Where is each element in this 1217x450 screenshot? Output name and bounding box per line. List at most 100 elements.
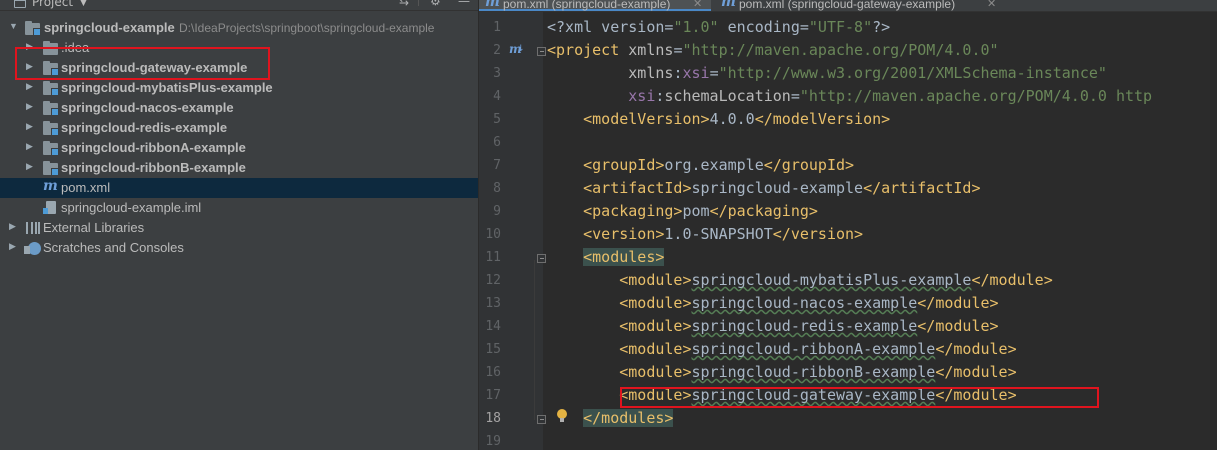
expand-arrow-icon[interactable]: ▶ [26, 81, 33, 92]
code-token: <module> [619, 294, 692, 312]
tree-item-label: External Libraries [43, 220, 145, 235]
tree-item-pom-xml[interactable]: m pom.xml [0, 178, 478, 198]
code-token: "1.0" [673, 18, 719, 36]
code-line: <module>springcloud-ribbonA-example</mod… [547, 340, 1017, 363]
tree-item-root[interactable]: ▼ springcloud-example D:\IdeaProjects\sp… [0, 18, 478, 38]
project-view-icon [14, 0, 26, 8]
fold-marker-icon[interactable] [537, 47, 546, 56]
code-token: xsi [628, 87, 656, 105]
scratches-icon [24, 242, 41, 255]
code-token: pom [682, 202, 710, 220]
tree-item-mybatisplus[interactable]: ▶ springcloud-mybatisPlus-example [0, 78, 478, 98]
code-line: <groupId>org.example</groupId> [547, 156, 854, 179]
module-folder-icon [43, 141, 59, 156]
fold-marker-icon[interactable] [537, 415, 546, 424]
code-token: </groupId> [763, 156, 855, 174]
code-token: </version> [772, 225, 864, 243]
tree-item-scratches[interactable]: ▶ Scratches and Consoles [0, 238, 478, 258]
code-token: <module> [619, 340, 692, 358]
code-token: <packaging> [583, 202, 683, 220]
line-number[interactable]: 2 [479, 43, 501, 58]
line-number[interactable]: 6 [479, 135, 501, 150]
tree-item-label: springcloud-ribbonB-example [61, 160, 246, 175]
code-token: = [790, 87, 800, 105]
line-number[interactable]: 15 [479, 342, 501, 357]
code-token: <version> [583, 225, 665, 243]
fold-marker-icon[interactable] [537, 254, 546, 263]
tree-item-label: springcloud-example [44, 20, 175, 35]
indent-guide [534, 260, 535, 420]
code-token: schemaLocation [664, 87, 791, 105]
down-arrow-icon: ↓ [517, 44, 525, 54]
tree-item-label: pom.xml [61, 180, 111, 195]
line-number[interactable]: 19 [479, 434, 501, 449]
code-token: springcloud-example [691, 179, 864, 197]
gear-icon[interactable]: ⚙ [430, 0, 441, 8]
code-token: <project [547, 41, 629, 59]
expand-arrow-icon[interactable]: ▶ [9, 241, 16, 252]
code-line: <module>springcloud-nacos-example</modul… [547, 294, 998, 317]
line-number[interactable]: 13 [479, 296, 501, 311]
code-line: <packaging>pom</packaging> [547, 202, 818, 225]
tree-item-label: springcloud-mybatisPlus-example [61, 80, 273, 95]
iml-file-icon [43, 201, 56, 214]
line-number[interactable]: 17 [479, 388, 501, 403]
dropdown-arrow-icon[interactable]: ▼ [80, 0, 87, 8]
line-number[interactable]: 4 [479, 89, 501, 104]
code-token: <module> [619, 317, 692, 335]
code-token: springcloud-ribbonB-example [691, 363, 936, 381]
line-number[interactable]: 16 [479, 365, 501, 380]
tree-item-iml[interactable]: springcloud-example.iml [0, 198, 478, 218]
line-number[interactable]: 8 [479, 181, 501, 196]
expand-arrow-icon[interactable]: ▶ [26, 101, 33, 112]
line-number[interactable]: 9 [479, 204, 501, 219]
tree-item-redis[interactable]: ▶ springcloud-redis-example [0, 118, 478, 138]
collapse-all-icon[interactable]: ⇆ [399, 0, 409, 8]
line-number[interactable]: 1 [479, 20, 501, 35]
expand-arrow-icon[interactable]: ▼ [9, 21, 18, 31]
expand-arrow-icon[interactable]: ▶ [26, 161, 33, 172]
highlight-box-gateway-module [15, 47, 270, 80]
code-token: </artifactId> [863, 179, 981, 197]
hide-panel-icon[interactable]: — [458, 0, 470, 8]
maven-file-icon: m [485, 0, 500, 10]
expand-arrow-icon[interactable]: ▶ [9, 221, 16, 232]
line-number[interactable]: 5 [479, 112, 501, 127]
code-token: </module> [935, 340, 1017, 358]
project-panel-header: Project ▼ ⇆ ⚙ — [0, 0, 478, 11]
code-token: </module> [935, 363, 1017, 381]
code-token: xmlns [628, 64, 674, 82]
code-token: encoding= [718, 18, 809, 36]
code-area[interactable]: <?xml version="1.0" encoding="UTF-8"?> <p… [547, 0, 1217, 450]
code-token: ?> [872, 18, 891, 36]
tree-item-external-libraries[interactable]: ▶ External Libraries [0, 218, 478, 238]
expand-arrow-icon[interactable]: ▶ [26, 121, 33, 132]
project-view-selector[interactable]: Project [32, 0, 73, 9]
editor-panel: m pom.xml (springcloud-example) ✕ m pom.… [479, 0, 1217, 450]
tree-item-ribbona[interactable]: ▶ springcloud-ribbonA-example [0, 138, 478, 158]
code-token: </module> [971, 271, 1053, 289]
expand-arrow-icon[interactable]: ▶ [26, 141, 33, 152]
line-number[interactable]: 18 [479, 411, 501, 426]
code-token: springcloud-redis-example [691, 317, 918, 335]
code-line: xmlns:xsi="http://www.w3.org/2001/XMLSch… [547, 64, 1107, 87]
line-number[interactable]: 14 [479, 319, 501, 334]
module-folder-icon [43, 81, 59, 96]
line-number[interactable]: 11 [479, 250, 501, 265]
tree-item-ribbonb[interactable]: ▶ springcloud-ribbonB-example [0, 158, 478, 178]
line-number[interactable]: 3 [479, 66, 501, 81]
line-number[interactable]: 7 [479, 158, 501, 173]
tree-item-nacos[interactable]: ▶ springcloud-nacos-example [0, 98, 478, 118]
code-token: xsi [682, 64, 710, 82]
code-line: <version>1.0-SNAPSHOT</version> [547, 225, 863, 248]
line-number[interactable]: 10 [479, 227, 501, 242]
line-number[interactable]: 12 [479, 273, 501, 288]
code-token: 1.0-SNAPSHOT [664, 225, 773, 243]
